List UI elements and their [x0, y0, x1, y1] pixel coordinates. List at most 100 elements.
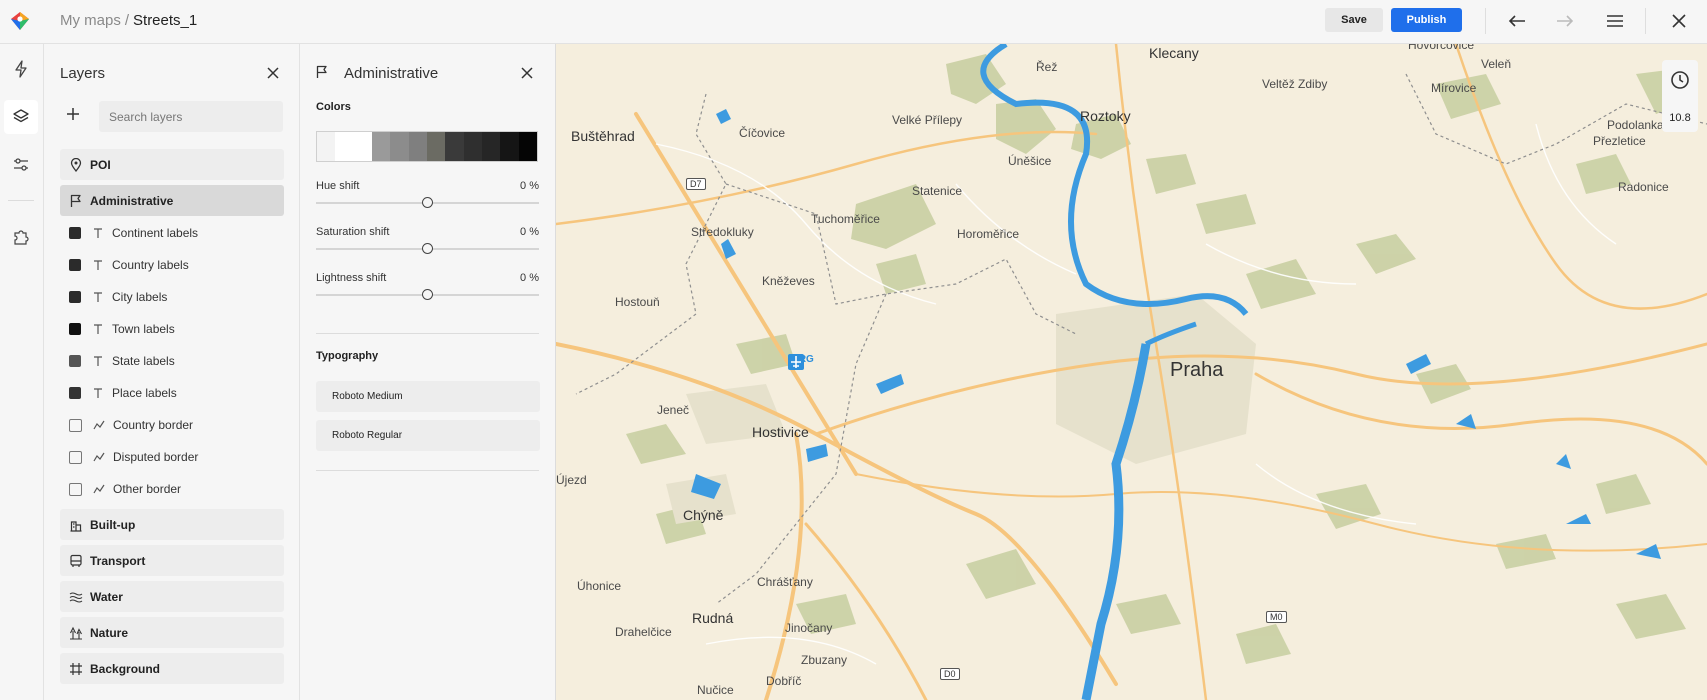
map-label-chrastany[interactable]: Chrášťany	[757, 575, 813, 589]
map-label-dobric[interactable]: Dobříč	[766, 674, 801, 688]
map-label-klecany[interactable]: Klecany	[1149, 45, 1199, 61]
map-label-chyne[interactable]: Chýně	[683, 507, 723, 523]
map-label-horomerice[interactable]: Horoměřice	[957, 227, 1019, 241]
layer-item-country-border[interactable]: Country border	[60, 411, 284, 439]
visibility-checkbox[interactable]	[69, 355, 81, 367]
map-label-zbuzany[interactable]: Zbuzany	[801, 653, 847, 667]
search-layers-input[interactable]	[99, 101, 283, 132]
color-swatch[interactable]	[500, 132, 519, 161]
layer-item-other-border[interactable]: Other border	[60, 475, 284, 503]
color-swatch[interactable]	[518, 132, 537, 161]
layer-item-state-labels[interactable]: State labels	[60, 347, 284, 375]
close-layers-button[interactable]	[261, 61, 285, 85]
layer-group-water[interactable]: Water	[60, 581, 284, 612]
rail-plugins-button[interactable]	[4, 220, 38, 254]
map-label-radonice[interactable]: Radonice	[1618, 180, 1669, 194]
map-label-tuchomerice[interactable]: Tuchoměřice	[811, 212, 880, 226]
layer-group-transport[interactable]: Transport	[60, 545, 284, 576]
layer-item-disputed-border[interactable]: Disputed border	[60, 443, 284, 471]
color-swatch[interactable]	[445, 132, 464, 161]
visibility-checkbox[interactable]	[69, 259, 81, 271]
map-label-velen[interactable]: Veleň	[1481, 57, 1511, 71]
map-label-statenice[interactable]: Statenice	[912, 184, 962, 198]
slider-label: Hue shift	[316, 180, 360, 192]
color-palette[interactable]	[316, 131, 538, 162]
layer-group-poi[interactable]: POI	[60, 149, 284, 180]
map-label-prezletice[interactable]: Přezletice	[1593, 134, 1646, 148]
layer-group-nature[interactable]: Nature	[60, 617, 284, 648]
app-logo-icon[interactable]	[9, 10, 31, 32]
visibility-checkbox[interactable]	[69, 450, 82, 464]
layer-item-town-labels[interactable]: Town labels	[60, 315, 284, 343]
undo-icon[interactable]	[1502, 8, 1532, 34]
trees-icon	[62, 626, 90, 640]
map-label-uhonice[interactable]: Úhonice	[577, 579, 621, 593]
add-layer-button[interactable]	[60, 101, 86, 127]
rail-lightning-button[interactable]	[4, 52, 38, 86]
map-label-hostivice[interactable]: Hostivice	[752, 424, 809, 440]
visibility-checkbox[interactable]	[69, 482, 82, 496]
visibility-checkbox[interactable]	[69, 291, 81, 303]
slider-handle[interactable]	[422, 243, 433, 254]
map-label-rez[interactable]: Řež	[1036, 60, 1057, 74]
layer-group-built-up[interactable]: Built-up	[60, 509, 284, 540]
redo-icon[interactable]	[1550, 8, 1580, 34]
map-label-bustehrad[interactable]: Buštěhrad	[571, 128, 635, 144]
map-label-velke-prilepy[interactable]: Velké Přílepy	[892, 113, 962, 127]
visibility-checkbox[interactable]	[69, 387, 81, 399]
color-swatch[interactable]	[353, 132, 372, 161]
visibility-checkbox[interactable]	[69, 227, 81, 239]
rail-layers-button[interactable]	[4, 100, 38, 134]
map-label-mirovice[interactable]: Mírovice	[1431, 81, 1476, 95]
color-swatch[interactable]	[371, 132, 391, 161]
font-roboto-medium[interactable]: Roboto Medium	[316, 381, 540, 412]
slider-handle[interactable]	[422, 197, 433, 208]
map-label-cicovice[interactable]: Číčovice	[739, 126, 785, 140]
layer-group-administrative[interactable]: Administrative	[60, 185, 284, 216]
layer-group-background[interactable]: Background	[60, 653, 284, 684]
color-swatch[interactable]	[426, 132, 446, 161]
breadcrumb-my-maps[interactable]: My maps	[60, 12, 121, 29]
visibility-checkbox[interactable]	[69, 418, 82, 432]
map-label-praha[interactable]: Praha	[1170, 359, 1223, 382]
publish-button[interactable]: Publish	[1391, 8, 1462, 32]
menu-icon[interactable]	[1600, 8, 1630, 34]
map-label-ujezd[interactable]: Újezd	[556, 473, 587, 487]
color-swatch[interactable]	[335, 132, 354, 161]
color-swatch[interactable]	[408, 132, 427, 161]
color-swatch[interactable]	[317, 132, 336, 161]
layer-item-continent-labels[interactable]: Continent labels	[60, 219, 284, 247]
map-label-rudna[interactable]: Rudná	[692, 610, 733, 626]
map-label-hovorcovice[interactable]: Hovorčovice	[1408, 44, 1474, 52]
color-swatch[interactable]	[463, 132, 482, 161]
map-canvas[interactable]: Klecany Řež Veltěž Zdiby Hovorčovice Vel…	[556, 44, 1707, 700]
layer-item-country-labels[interactable]: Country labels	[60, 251, 284, 279]
map-label-roztoky[interactable]: Roztoky	[1080, 108, 1131, 124]
font-roboto-regular[interactable]: Roboto Regular	[316, 420, 540, 451]
rail-divider	[8, 200, 34, 201]
color-swatch[interactable]	[390, 132, 409, 161]
color-swatch[interactable]	[481, 132, 501, 161]
save-button[interactable]: Save	[1325, 8, 1383, 32]
map-label-stredokluky[interactable]: Středokluky	[691, 225, 754, 239]
close-icon[interactable]	[1664, 8, 1694, 34]
map-label-drahelcice[interactable]: Drahelčice	[615, 625, 672, 639]
text-type-icon	[90, 323, 106, 335]
map-label-hostoun[interactable]: Hostouň	[615, 295, 660, 309]
map-label-nucice[interactable]: Nučice	[697, 683, 734, 697]
map-label-knezeves[interactable]: Kněževes	[762, 274, 815, 288]
slider-handle[interactable]	[422, 289, 433, 300]
close-properties-button[interactable]	[515, 61, 539, 85]
layer-item-label: Other border	[113, 482, 182, 496]
airport-marker[interactable]: PRG	[788, 354, 818, 370]
layer-item-city-labels[interactable]: City labels	[60, 283, 284, 311]
map-label-podolanka[interactable]: Podolanka	[1607, 118, 1664, 132]
map-label-jinocany[interactable]: Jinočany	[785, 621, 832, 635]
layer-item-place-labels[interactable]: Place labels	[60, 379, 284, 407]
rail-settings-button[interactable]	[4, 148, 38, 182]
map-label-veltez-zdiby[interactable]: Veltěž Zdiby	[1262, 77, 1327, 91]
map-label-jenec[interactable]: Jeneč	[657, 403, 689, 417]
visibility-checkbox[interactable]	[69, 323, 81, 335]
map-label-unesice[interactable]: Úněšice	[1008, 154, 1051, 168]
slider-value: 0 %	[520, 180, 539, 192]
